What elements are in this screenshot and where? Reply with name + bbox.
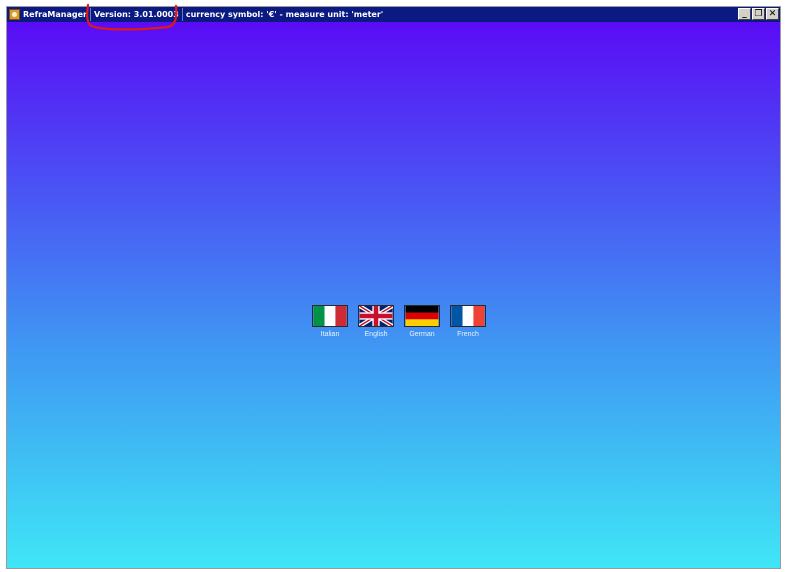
title-separator xyxy=(181,8,183,21)
language-label: Italian xyxy=(320,331,340,338)
language-option-english[interactable]: English xyxy=(358,305,394,338)
minimize-button[interactable]: _ xyxy=(738,8,751,20)
language-option-german[interactable]: German xyxy=(404,305,440,338)
version-label: Version: 3.01.0003 xyxy=(93,10,179,19)
uk-flag-icon[interactable] xyxy=(358,305,394,327)
italy-flag-icon[interactable] xyxy=(312,305,348,327)
app-icon[interactable] xyxy=(9,9,20,20)
language-label: English xyxy=(364,331,388,338)
language-option-french[interactable]: French xyxy=(450,305,486,338)
france-flag-icon[interactable] xyxy=(450,305,486,327)
window-controls: _ ❐ ✕ xyxy=(738,8,779,20)
language-selector: Italian English German French xyxy=(312,305,488,345)
title-bar[interactable]: RefraManager Version: 3.01.0003 currency… xyxy=(7,7,780,22)
germany-flag-icon[interactable] xyxy=(404,305,440,327)
app-window: RefraManager Version: 3.01.0003 currency… xyxy=(6,6,781,569)
title-separator xyxy=(89,8,91,21)
language-label: German xyxy=(409,331,435,338)
language-label: French xyxy=(457,331,479,338)
settings-info: currency symbol: '€' - measure unit: 'me… xyxy=(185,10,384,19)
restore-button[interactable]: ❐ xyxy=(752,8,765,20)
main-area xyxy=(7,22,780,568)
language-option-italian[interactable]: Italian xyxy=(312,305,348,338)
app-name: RefraManager xyxy=(23,10,87,19)
close-button[interactable]: ✕ xyxy=(766,8,779,20)
